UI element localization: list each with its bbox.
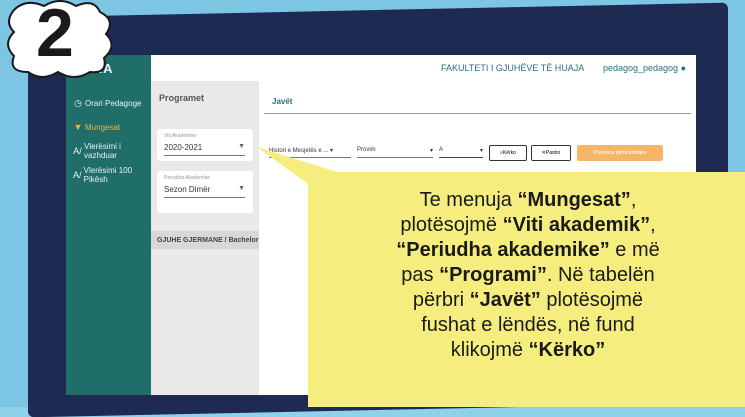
type-select[interactable]: Provim ▾: [357, 147, 433, 158]
sidebar-item-mungesat[interactable]: ▼ Mungesat: [66, 117, 151, 137]
clock-icon: ◷: [74, 97, 82, 108]
chevron-down-icon: ▼: [238, 185, 245, 192]
programet-panel: Programet Viti Akademike 2020-2021 ▼ Per…: [151, 81, 259, 395]
chevron-down-icon: ▼: [238, 143, 245, 150]
sidebar: SORA ◷ Orari Pedagoge ▼ Mungesat A/ Vler…: [66, 55, 151, 395]
grade-icon: A/: [73, 146, 82, 156]
callout-line: fushat e lëndës, në fund: [421, 314, 635, 336]
sidebar-item-label: Mungesat: [85, 122, 121, 132]
sidebar-item-label: Vlerësimi 100 Pikësh: [83, 166, 133, 184]
callout-line: pas “Programi”. Në tabelën: [401, 264, 655, 286]
group-value: A: [439, 147, 444, 153]
chevron-down-icon: ▾: [479, 148, 483, 154]
faculty-name: FAKULTETI I GJUHËVE TË HUAJA: [441, 63, 585, 73]
search-button-label: Kërko: [502, 150, 516, 156]
field-underline: [164, 197, 245, 198]
step-number: 2: [36, 0, 74, 71]
periudha-value: Sezon Dimër: [164, 185, 211, 194]
grade-icon: A/: [73, 170, 82, 180]
sidebar-item-label: Vlerësimi i vazhduar: [84, 142, 121, 160]
clear-button[interactable]: ✕ Pastro: [531, 145, 571, 161]
user-menu[interactable]: pedagog_pedagog ●: [603, 63, 686, 73]
callout-line: klikojmë “Kërko”: [450, 339, 606, 361]
field-underline: [439, 157, 483, 158]
callout-line: “Periudha akademike” e më: [396, 239, 660, 261]
subject-select[interactable]: Histori e Mesjetës e ... ▾: [269, 147, 351, 158]
field-underline: [357, 157, 433, 158]
sidebar-item-orari[interactable]: ◷ Orari Pedagoge: [66, 93, 151, 113]
instruction-callout: Te menuja “Mungesat”, plotësojmë “Viti a…: [318, 188, 738, 363]
viti-akademik-select[interactable]: Viti Akademike 2020-2021 ▼: [157, 129, 253, 161]
group-select[interactable]: A ▾: [439, 147, 483, 158]
viti-label: Viti Akademike: [164, 133, 197, 139]
callout-line: Te menuja “Mungesat”,: [419, 189, 637, 211]
field-underline: [164, 155, 245, 156]
sidebar-item-vleresimi-100[interactable]: A/ Vlerësimi 100 Pikësh: [66, 165, 151, 185]
sidebar-item-label: Orari Pedagoge: [85, 98, 142, 108]
field-underline: [269, 157, 351, 158]
chevron-down-icon: ▾: [429, 148, 433, 154]
chevron-down-icon: ▾: [330, 148, 334, 154]
topbar: FAKULTETI I GJUHËVE TË HUAJA pedagog_ped…: [151, 55, 696, 82]
subject-value: Histori e Mesjetës e ...: [269, 148, 329, 154]
clear-button-label: Pastro: [545, 150, 561, 156]
callout-line: përbri “Javët” plotësojmë: [412, 289, 644, 311]
type-value: Provim: [357, 147, 376, 153]
search-button[interactable]: ⌕ Kërko: [489, 145, 527, 161]
javet-title: Javët: [272, 97, 293, 106]
programet-title: Programet: [159, 93, 205, 103]
javet-header: Javët: [264, 91, 691, 114]
sidebar-item-vleresimi-vazhduar[interactable]: A/ Vlerësimi i vazhduar: [66, 141, 151, 161]
callout-line: plotësojmë “Viti akademik”,: [400, 214, 656, 236]
viti-value: 2020-2021: [164, 143, 203, 152]
program-item[interactable]: GJUHE GJERMANE / Bachelor: [151, 231, 259, 249]
username: pedagog_pedagog: [602, 63, 679, 73]
periudha-akademike-select[interactable]: Periudha Akademike Sezon Dimër ▼: [157, 171, 253, 213]
periudha-label: Periudha Akademike: [164, 175, 210, 181]
user-icon: ●: [680, 63, 686, 73]
shield-icon: ▼: [73, 122, 83, 132]
presence-button[interactable]: Prezenca përfundimtare: [577, 145, 663, 161]
